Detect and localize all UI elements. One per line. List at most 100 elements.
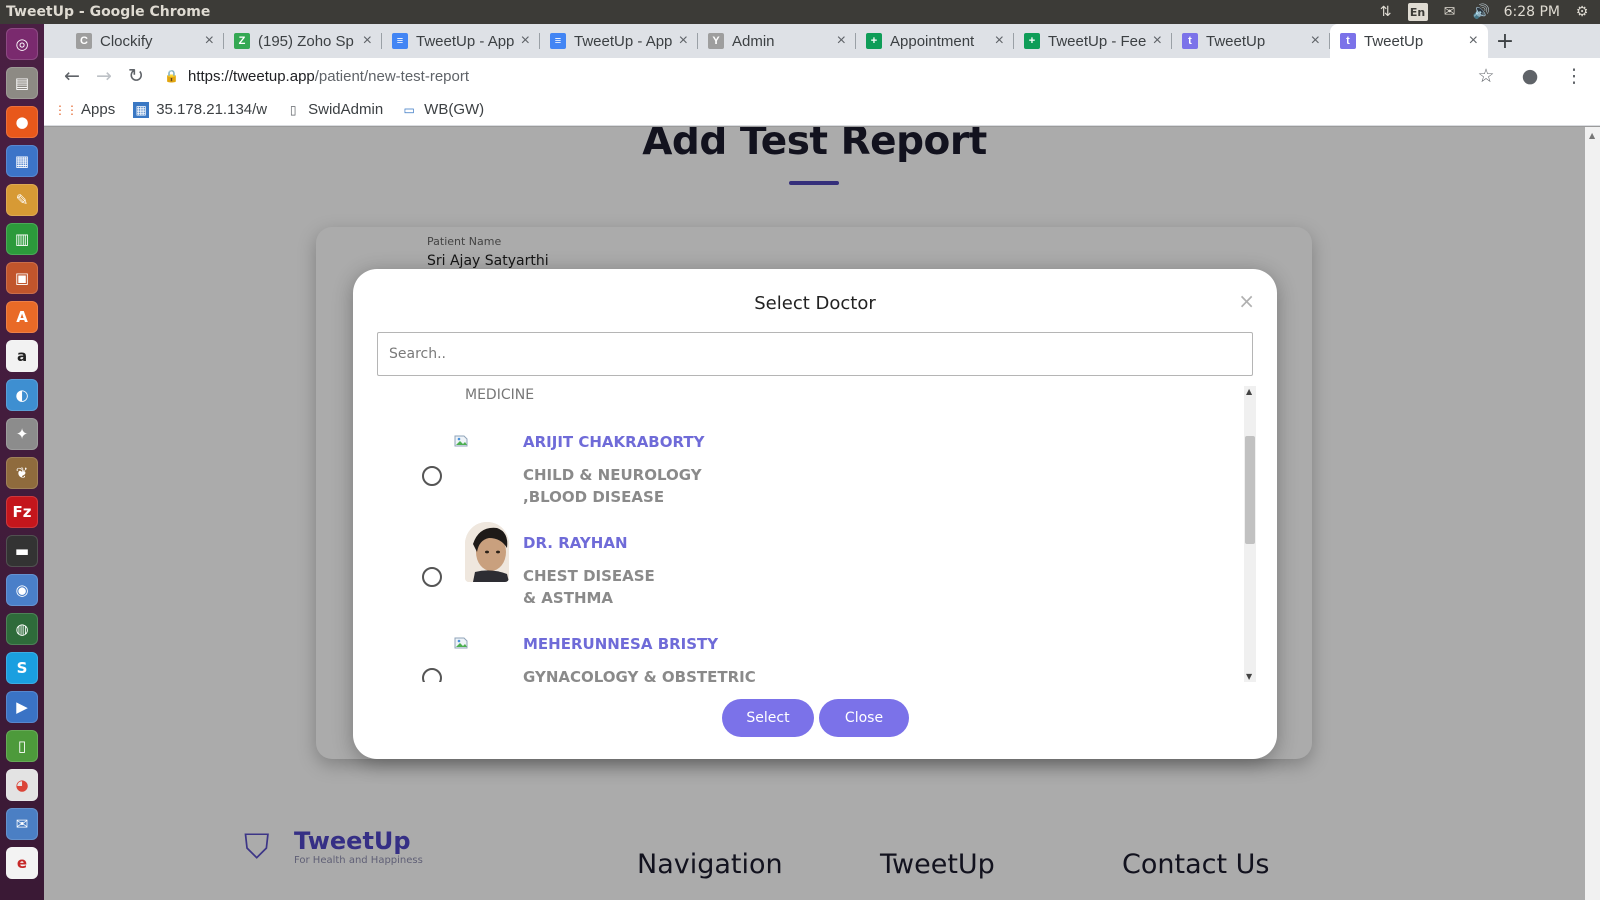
close-icon[interactable]: × — [1238, 289, 1255, 313]
clockify-icon: C — [76, 33, 92, 49]
bookmark-apps[interactable]: ⋮⋮ Apps — [54, 101, 115, 118]
system-tray: ⇅ En ✉ 🔊 6:28 PM ⚙ — [1376, 3, 1600, 21]
browser-tab-active[interactable]: t TweetUp × — [1330, 24, 1488, 58]
url-path: /patient/new-test-report — [314, 67, 470, 85]
system-tools-icon[interactable]: ✦ — [6, 418, 38, 450]
browser-tab[interactable]: ≡ TweetUp - App × — [382, 24, 540, 58]
writer-document-icon[interactable]: ▦ — [6, 145, 38, 177]
bookmark-ip[interactable]: ▦ 35.178.21.134/w — [133, 101, 267, 118]
remote-desktop-icon[interactable]: ◐ — [6, 379, 38, 411]
doctor-radio[interactable] — [422, 466, 442, 486]
doctor-search-input[interactable] — [377, 332, 1253, 376]
bookmarks-bar: ⋮⋮ Apps ▦ 35.178.21.134/w ▯ SwidAdmin ▭ WB(G… — [44, 94, 1600, 126]
ubuntu-launcher: ◎ ▤ ● ▦ ✎ ▥ ▣ A a ◐ ✦ ❦ Fz ▬ ◉ ◍ S ▶ ▯ ◕… — [0, 24, 44, 900]
amazon-icon[interactable]: a — [6, 340, 38, 372]
page-scrollbar[interactable]: ▲ — [1585, 127, 1600, 900]
file-cabinet-icon[interactable]: ▤ — [6, 67, 38, 99]
wine-icon[interactable]: ❦ — [6, 457, 38, 489]
scroll-down-arrow-icon[interactable]: ▼ — [1246, 672, 1252, 681]
tweetup-icon: t — [1182, 33, 1198, 49]
broken-image-icon — [454, 637, 468, 649]
scrollbar-thumb[interactable] — [1245, 436, 1255, 544]
site-favicon-icon: ▦ — [133, 101, 150, 118]
os-top-bar: TweetUp - Google Chrome ⇅ En ✉ 🔊 6:28 PM… — [0, 0, 1600, 24]
select-doctor-modal: Select Doctor × MEDICINE ARIJIT CHAKRABO… — [353, 269, 1277, 759]
keyboard-language-indicator[interactable]: En — [1407, 3, 1428, 21]
back-arrow-icon[interactable]: ← — [56, 60, 88, 92]
chrome-icon[interactable]: ◕ — [6, 769, 38, 801]
new-tab-plus-icon[interactable]: + — [1488, 24, 1522, 58]
media-player-icon[interactable]: ▶ — [6, 691, 38, 723]
presentation-icon[interactable]: ▣ — [6, 262, 38, 294]
browser-tab[interactable]: Z (195) Zoho Sp × — [224, 24, 382, 58]
list-item[interactable]: MEHERUNNESA BRISTY GYNACOLOGY & OBSTETRI… — [377, 635, 1237, 682]
doctor-specialty: CHEST DISEASE & ASTHMA — [523, 567, 655, 607]
office-app-icon[interactable]: e — [6, 847, 38, 879]
doctor-radio[interactable] — [422, 668, 442, 682]
thunderbird-icon[interactable]: ✉ — [6, 808, 38, 840]
tab-close-icon[interactable]: × — [995, 32, 1004, 50]
list-item[interactable]: DR. RAYHAN CHEST DISEASE & ASTHMA — [377, 522, 1237, 629]
doctor-name: MEHERUNNESA BRISTY — [523, 635, 719, 653]
skype-icon[interactable]: S — [6, 652, 38, 684]
close-button[interactable]: Close — [819, 699, 909, 737]
software-center-icon[interactable]: A — [6, 301, 38, 333]
browser-tab-strip: C Clockify × Z (195) Zoho Sp × ≡ TweetUp - Ap… — [44, 24, 1600, 58]
network-arrows-icon[interactable]: ⇅ — [1376, 3, 1396, 21]
browser-tab[interactable]: C Clockify × — [66, 24, 224, 58]
doctor-name: ARIJIT CHAKRABORTY — [523, 433, 705, 451]
browser-tab[interactable]: t TweetUp × — [1172, 24, 1330, 58]
browser-tab[interactable]: + TweetUp - Fee × — [1014, 24, 1172, 58]
mail-icon[interactable]: ✉ — [1440, 3, 1460, 21]
video-editor-icon[interactable]: ▬ — [6, 535, 38, 567]
doctor-name: DR. RAYHAN — [523, 534, 628, 552]
text-editor-icon[interactable]: ✎ — [6, 184, 38, 216]
volume-icon[interactable]: 🔊 — [1472, 3, 1492, 21]
spreadsheet-icon[interactable]: ▥ — [6, 223, 38, 255]
account-avatar-icon[interactable]: ● — [1514, 60, 1546, 92]
settings-gear-icon[interactable]: ⚙ — [1572, 3, 1592, 21]
tab-close-icon[interactable]: × — [837, 32, 846, 50]
browser-toolbar: ← → ↻ 🔒 https://tweetup.app/patient/new-… — [44, 58, 1600, 94]
tab-close-icon[interactable]: × — [1311, 32, 1320, 50]
portrait-photo-icon — [465, 522, 509, 582]
scroll-up-arrow-icon[interactable]: ▲ — [1246, 387, 1252, 396]
ubuntu-dash-icon[interactable]: ◎ — [6, 28, 38, 60]
docs-icon: ≡ — [550, 33, 566, 49]
browser-tab[interactable]: + Appointment × — [856, 24, 1014, 58]
tab-close-icon[interactable]: × — [205, 32, 214, 50]
sheets-icon: + — [1024, 33, 1040, 49]
globe-app-icon[interactable]: ◍ — [6, 613, 38, 645]
bookmark-swidadmin[interactable]: ▯ SwidAdmin — [285, 101, 383, 118]
menu-kebab-icon[interactable]: ⋮ — [1558, 60, 1590, 92]
scroll-up-arrow-icon[interactable]: ▲ — [1589, 131, 1595, 140]
reload-icon[interactable]: ↻ — [120, 60, 152, 92]
admin-icon: Y — [708, 33, 724, 49]
doctor-specialty: GYNACOLOGY & OBSTETRIC — [523, 668, 756, 682]
browser-tab[interactable]: ≡ TweetUp - App × — [540, 24, 698, 58]
tab-close-icon[interactable]: × — [679, 32, 688, 50]
url-host: https://tweetup.app — [188, 67, 315, 85]
bookmark-wb[interactable]: ▭ WB(GW) — [401, 101, 485, 118]
filezilla-icon[interactable]: Fz — [6, 496, 38, 528]
select-button[interactable]: Select — [722, 699, 814, 737]
specialty-heading: MEDICINE — [465, 387, 535, 403]
address-bar[interactable]: 🔒 https://tweetup.app/patient/new-test-r… — [164, 61, 1470, 91]
list-item[interactable]: ARIJIT CHAKRABORTY CHILD & NEUROLOGY ,BL… — [377, 433, 1237, 528]
screenshot-tool-icon[interactable]: ◉ — [6, 574, 38, 606]
tab-close-icon[interactable]: × — [521, 32, 530, 50]
window-title: TweetUp - Google Chrome — [6, 4, 211, 20]
lock-icon[interactable]: 🔒 — [164, 69, 179, 83]
doctor-radio[interactable] — [422, 567, 442, 587]
firefox-icon[interactable]: ● — [6, 106, 38, 138]
tweetup-icon: t — [1340, 33, 1356, 49]
tab-close-icon[interactable]: × — [363, 32, 372, 50]
forward-arrow-icon[interactable]: → — [88, 60, 120, 92]
browser-tab[interactable]: Y Admin × — [698, 24, 856, 58]
bookmark-star-icon[interactable]: ☆ — [1470, 60, 1502, 92]
doctor-list-scrollbar[interactable]: ▲ ▼ — [1244, 386, 1256, 682]
tab-close-icon[interactable]: × — [1153, 32, 1162, 50]
clock[interactable]: 6:28 PM — [1504, 4, 1560, 20]
tab-close-icon[interactable]: × — [1469, 32, 1478, 50]
nqq-editor-icon[interactable]: ▯ — [6, 730, 38, 762]
